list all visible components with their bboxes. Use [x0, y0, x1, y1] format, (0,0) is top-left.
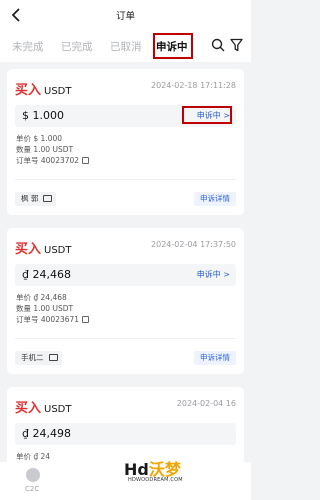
divider: [15, 338, 236, 339]
order-quantity: 数量 1.00 USDT: [16, 145, 74, 154]
order-header: 买入 USDT: [15, 79, 72, 98]
order-time: 2024-02-04 16: [176, 399, 236, 408]
order-coin: USDT: [44, 404, 72, 415]
order-number-text: 订单号 40023702: [16, 156, 80, 165]
order-amount: $ 1.000: [22, 109, 64, 122]
order-unit-price: 单价 $ 1.000: [16, 134, 63, 143]
counterparty-name: 枫 郭: [21, 194, 39, 203]
divider: [15, 179, 236, 180]
order-amount: ₫ 24,498: [22, 427, 71, 440]
watermark-subtext: HDWOODREAM.COM: [128, 477, 183, 483]
amount-row[interactable]: ₫ 24,498: [15, 423, 236, 445]
tab-cancelled[interactable]: 已取消: [110, 39, 142, 54]
order-quantity: 数量 1.00 USDT: [16, 304, 74, 313]
order-coin: USDT: [44, 86, 72, 97]
status-link[interactable]: 申诉中 >: [197, 269, 230, 280]
appeal-detail-button[interactable]: 申诉详情: [194, 192, 236, 206]
order-time: 2024-02-18 17:11:28: [151, 81, 236, 90]
chat-icon: [48, 354, 58, 361]
order-side: 买入: [15, 83, 42, 98]
status-label: 申诉中: [196, 270, 221, 279]
order-time: 2024-02-04 17:37:50: [151, 240, 236, 249]
order-card[interactable]: 买入 USDT 2024-02-18 17:11:28 $ 1.000 申诉中 >…: [7, 69, 244, 215]
order-unit-price: 单价 ₫ 24,468: [16, 293, 67, 302]
filter-icon[interactable]: [230, 38, 243, 52]
counterparty-name: 手机二: [21, 353, 44, 362]
c2c-label[interactable]: C2C: [25, 485, 39, 493]
chevron-right-icon: >: [223, 270, 230, 279]
amount-row[interactable]: ₫ 24,468 申诉中 >: [15, 264, 236, 286]
appeal-detail-button[interactable]: 申诉详情: [194, 351, 236, 365]
top-bar: 订单: [0, 0, 251, 32]
c2c-icon[interactable]: [26, 468, 40, 482]
order-number: 订单号 40023702: [16, 155, 90, 166]
copy-icon[interactable]: [82, 157, 90, 164]
order-side: 买入: [15, 401, 42, 416]
order-amount: ₫ 24,468: [22, 268, 71, 281]
highlight-box-tab: [153, 33, 193, 59]
chat-icon: [43, 195, 53, 202]
order-header: 买入 USDT: [15, 238, 72, 257]
search-icon[interactable]: [211, 38, 225, 52]
order-coin: USDT: [44, 245, 72, 256]
order-unit-price: 单价 ₫ 24: [16, 452, 51, 461]
order-card[interactable]: 买入 USDT 2024-02-04 17:37:50 ₫ 24,468 申诉中 …: [7, 228, 244, 374]
tab-completed[interactable]: 已完成: [61, 39, 93, 54]
order-number: 订单号 40023671: [16, 314, 90, 325]
copy-icon[interactable]: [82, 316, 90, 323]
watermark-logo: Hd沃梦 HDWOODREAM.COM: [124, 456, 184, 492]
order-header: 买入 USDT: [15, 397, 72, 416]
order-number-text: 订单号 40023671: [16, 315, 80, 324]
page-title: 订单: [115, 11, 135, 22]
counterparty-tag[interactable]: 枫 郭: [15, 192, 57, 206]
counterparty-tag[interactable]: 手机二: [15, 351, 62, 365]
highlight-box-status: [182, 106, 232, 124]
tab-incomplete[interactable]: 未完成: [12, 39, 44, 54]
order-side: 买入: [15, 242, 42, 257]
